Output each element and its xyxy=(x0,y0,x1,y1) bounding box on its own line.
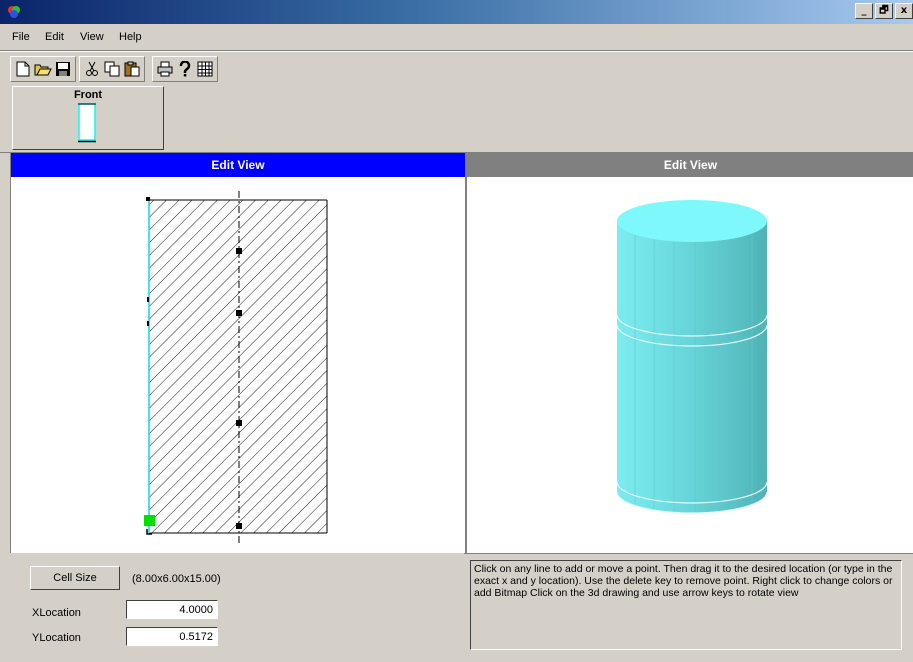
edit-view-3d-pane: Edit View xyxy=(466,152,913,554)
menu-file[interactable]: File xyxy=(12,31,30,43)
toolbar xyxy=(0,51,913,87)
control-point[interactable] xyxy=(147,321,149,326)
cylinder-3d-view[interactable] xyxy=(467,177,913,553)
point-properties-panel: Cell Size (8.00x6.00x15.00) XLocation YL… xyxy=(10,553,464,653)
control-point[interactable] xyxy=(236,248,242,254)
edit-view-2d-header: Edit View xyxy=(11,153,465,177)
window-controls: _ 🗗 x xyxy=(853,3,913,19)
open-icon[interactable] xyxy=(33,59,53,79)
app-logo-icon xyxy=(8,6,20,18)
edit-view-3d-header: Edit View xyxy=(467,153,913,177)
control-point[interactable] xyxy=(236,523,242,529)
selected-point[interactable] xyxy=(144,515,155,526)
thumbnail-front[interactable]: Front xyxy=(12,86,164,150)
save-icon[interactable] xyxy=(53,59,73,79)
copy-icon[interactable] xyxy=(102,59,122,79)
toolbar-misc-group xyxy=(152,56,218,82)
thumbnail-shape-preview xyxy=(78,103,96,143)
cut-icon[interactable] xyxy=(82,59,102,79)
menu-bar: File Edit View Help xyxy=(0,24,913,51)
title-bar: _ 🗗 x xyxy=(0,0,913,24)
ylocation-label: YLocation xyxy=(32,632,81,644)
restore-button[interactable]: 🗗 xyxy=(875,3,893,19)
control-point[interactable] xyxy=(146,197,150,201)
profile-canvas[interactable] xyxy=(11,177,465,553)
toolbar-edit-group xyxy=(79,56,145,82)
control-point[interactable] xyxy=(236,420,242,426)
control-point[interactable] xyxy=(236,310,242,316)
paste-icon[interactable] xyxy=(122,59,142,79)
edit-view-2d-pane: Edit View xyxy=(10,152,466,554)
control-point[interactable] xyxy=(147,297,149,302)
menu-help[interactable]: Help xyxy=(119,31,142,43)
xlocation-input[interactable] xyxy=(126,600,218,619)
print-icon[interactable] xyxy=(155,59,175,79)
new-icon[interactable] xyxy=(13,59,33,79)
help-icon[interactable] xyxy=(175,59,195,79)
ylocation-input[interactable] xyxy=(126,627,218,646)
cell-size-button[interactable]: Cell Size xyxy=(30,566,120,590)
grid-icon[interactable] xyxy=(195,59,215,79)
cell-size-value: (8.00x6.00x15.00) xyxy=(132,573,221,585)
close-button[interactable]: x xyxy=(895,3,913,19)
toolbar-file-group xyxy=(10,56,76,82)
xlocation-label: XLocation xyxy=(32,607,81,619)
thumbnail-label: Front xyxy=(73,89,103,101)
view-thumbnail-strip: Front xyxy=(0,86,913,153)
minimize-button[interactable]: _ xyxy=(855,3,873,19)
menu-view[interactable]: View xyxy=(80,31,104,43)
menu-edit[interactable]: Edit xyxy=(45,31,64,43)
instructions-text: Click on any line to add or move a point… xyxy=(470,560,902,650)
